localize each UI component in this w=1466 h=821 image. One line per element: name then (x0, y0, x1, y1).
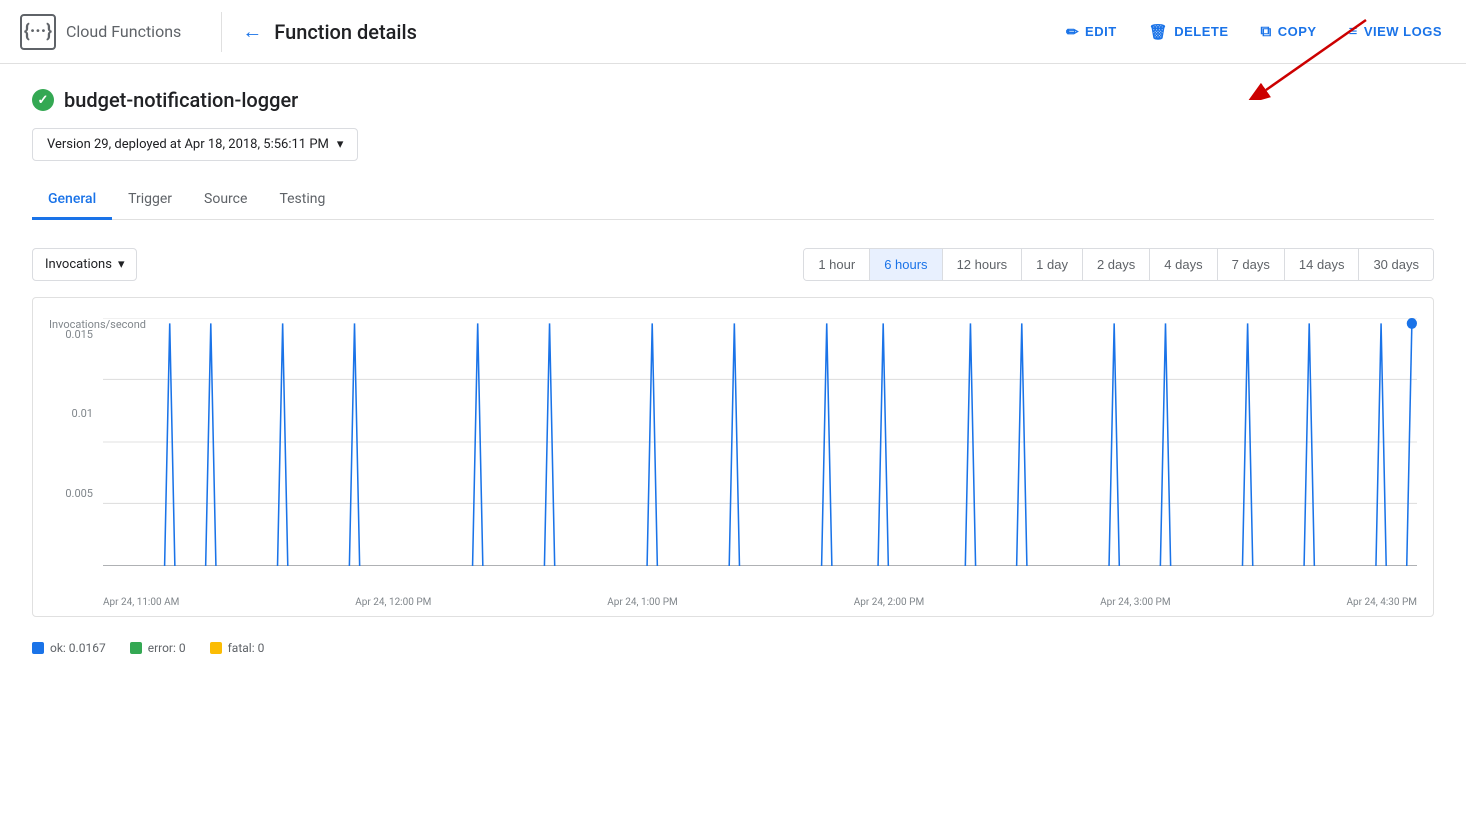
x-label-4: Apr 24, 3:00 PM (1100, 597, 1171, 608)
time-btn-14days[interactable]: 14 days (1285, 249, 1360, 280)
edit-button[interactable]: ✏ EDIT (1062, 17, 1121, 47)
delete-button[interactable]: 🗑 DELETE (1145, 17, 1233, 47)
view-logs-button[interactable]: ≡ VIEW LOGS (1345, 17, 1446, 46)
time-btn-6hours[interactable]: 6 hours (870, 249, 942, 280)
back-icon: ← (242, 19, 262, 44)
view-logs-icon: ≡ (1349, 23, 1358, 40)
status-icon: ✓ (32, 89, 54, 111)
back-button[interactable]: ← (242, 19, 262, 44)
version-chevron-icon: ▾ (337, 137, 344, 152)
y-tick-1: 0.005 (65, 487, 93, 500)
legend-fatal-swatch (210, 642, 222, 654)
chart-container: Invocations/second (32, 297, 1434, 617)
copy-icon: ⧉ (1261, 23, 1272, 40)
delete-icon: 🗑 (1149, 23, 1169, 41)
version-dropdown[interactable]: Version 29, deployed at Apr 18, 2018, 5:… (32, 128, 358, 161)
chart-svg (103, 318, 1417, 566)
time-btn-1hour[interactable]: 1 hour (804, 249, 870, 280)
version-label: Version 29, deployed at Apr 18, 2018, 5:… (47, 137, 329, 152)
legend-error-swatch (130, 642, 142, 654)
metric-label: Invocations (45, 257, 112, 272)
legend-error-label: error: 0 (148, 641, 186, 655)
metric-chevron-icon: ▾ (118, 257, 125, 272)
topbar-actions: ✏ EDIT 🗑 DELETE ⧉ COPY ≡ VIEW LOGS (1062, 17, 1446, 47)
y-tick-2: 0.01 (72, 407, 93, 420)
time-btn-2days[interactable]: 2 days (1083, 249, 1150, 280)
x-axis-labels: Apr 24, 11:00 AM Apr 24, 12:00 PM Apr 24… (103, 597, 1417, 608)
x-label-5: Apr 24, 4:30 PM (1347, 597, 1418, 608)
legend-fatal: fatal: 0 (210, 641, 265, 655)
edit-icon: ✏ (1066, 23, 1079, 41)
legend-fatal-label: fatal: 0 (228, 641, 265, 655)
main-content: ✓ budget-notification-logger Version 29,… (0, 64, 1466, 687)
function-name: budget-notification-logger (64, 88, 298, 112)
tab-general[interactable]: General (32, 181, 112, 220)
time-range-buttons: 1 hour 6 hours 12 hours 1 day 2 days 4 d… (803, 248, 1434, 281)
legend-ok-swatch (32, 642, 44, 654)
legend-error: error: 0 (130, 641, 186, 655)
x-label-1: Apr 24, 12:00 PM (355, 597, 431, 608)
app-logo: {···} Cloud Functions (20, 14, 181, 50)
legend-ok-label: ok: 0.0167 (50, 641, 106, 655)
x-label-0: Apr 24, 11:00 AM (103, 597, 179, 608)
tabs: General Trigger Source Testing (32, 181, 1434, 220)
time-btn-7days[interactable]: 7 days (1218, 249, 1285, 280)
tab-source[interactable]: Source (188, 181, 263, 220)
metric-dropdown[interactable]: Invocations ▾ (32, 248, 137, 281)
x-label-2: Apr 24, 1:00 PM (607, 597, 678, 608)
y-axis-ticks: 0.015 0.01 0.005 (49, 328, 101, 566)
page-title: Function details (274, 20, 1062, 44)
tab-trigger[interactable]: Trigger (112, 181, 188, 220)
function-header: ✓ budget-notification-logger (32, 88, 1434, 112)
logo-icon: {···} (20, 14, 56, 50)
tab-testing[interactable]: Testing (263, 181, 341, 220)
time-btn-1day[interactable]: 1 day (1022, 249, 1083, 280)
time-btn-4days[interactable]: 4 days (1150, 249, 1217, 280)
app-name: Cloud Functions (66, 22, 181, 41)
time-btn-30days[interactable]: 30 days (1359, 249, 1433, 280)
chart-legend: ok: 0.0167 error: 0 fatal: 0 (32, 633, 1434, 663)
topbar-divider (221, 12, 222, 52)
legend-ok: ok: 0.0167 (32, 641, 106, 655)
copy-button[interactable]: ⧉ COPY (1257, 17, 1321, 46)
y-tick-3: 0.015 (65, 328, 93, 341)
time-btn-12hours[interactable]: 12 hours (943, 249, 1023, 280)
x-label-3: Apr 24, 2:00 PM (854, 597, 925, 608)
topbar: {···} Cloud Functions ← Function details… (0, 0, 1466, 64)
metric-row: Invocations ▾ 1 hour 6 hours 12 hours 1 … (32, 248, 1434, 281)
